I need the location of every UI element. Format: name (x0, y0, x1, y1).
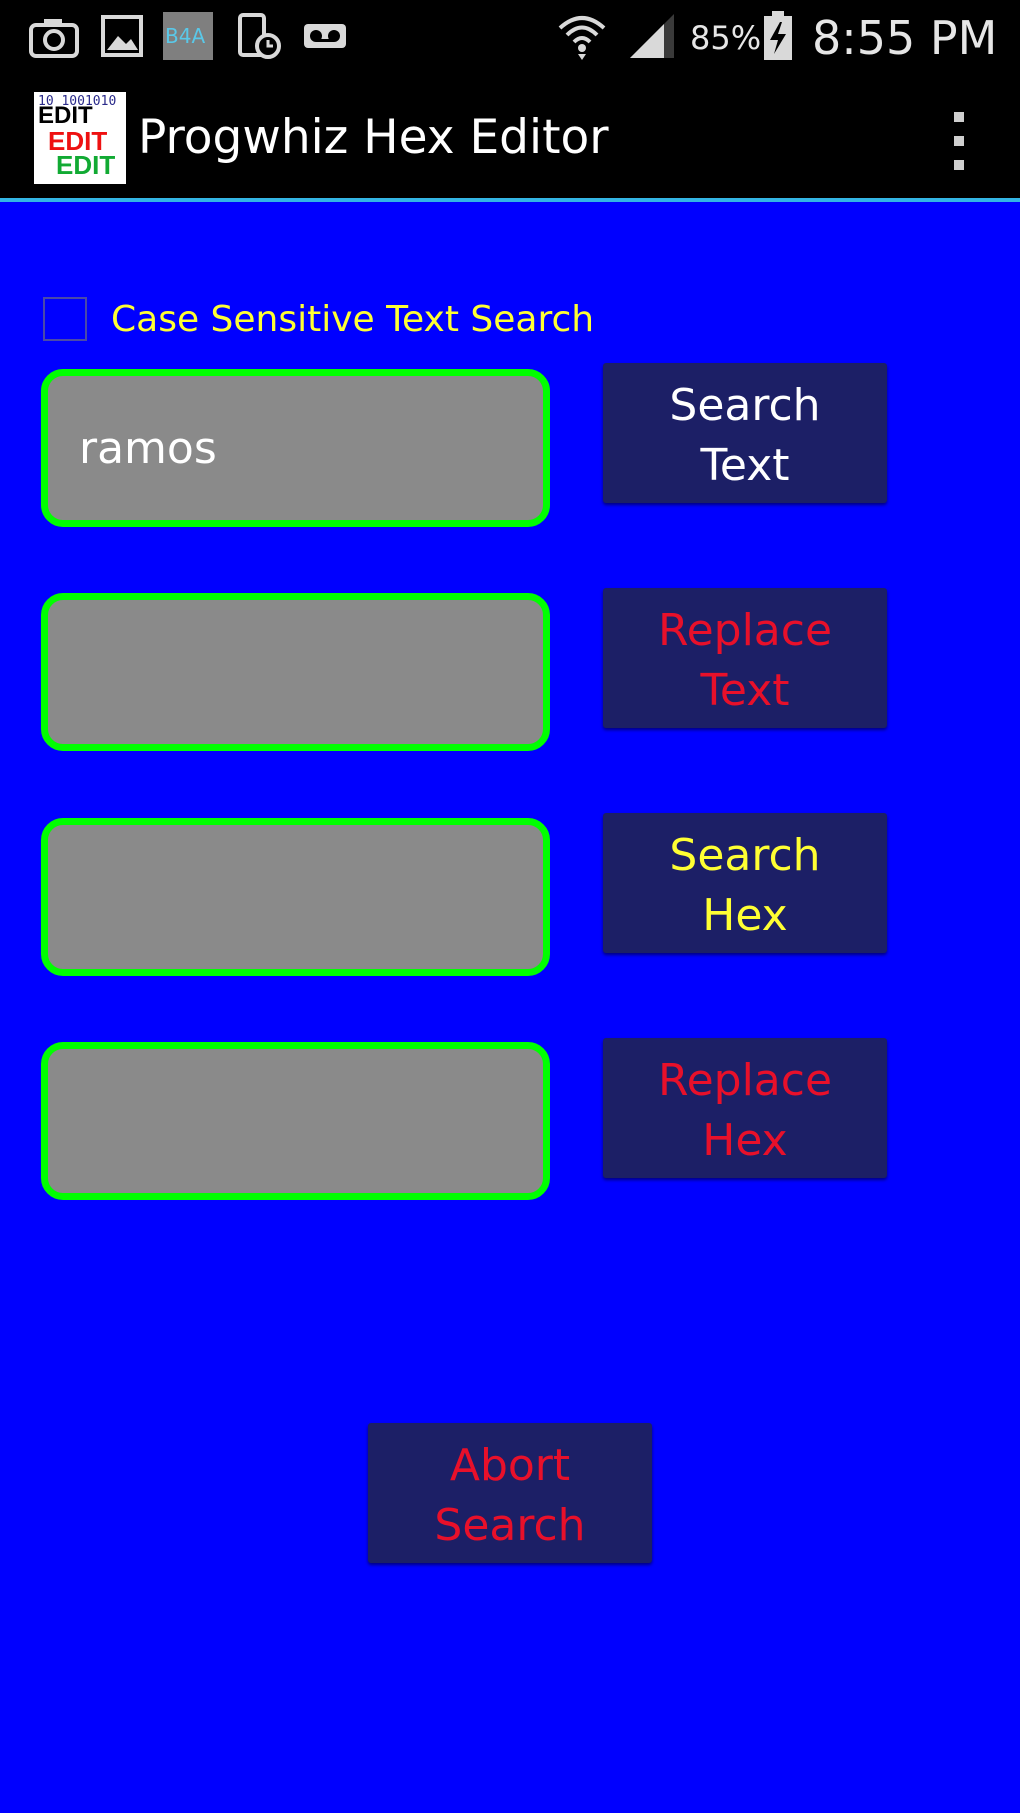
logo-word-3: EDIT (56, 150, 116, 180)
app-logo: 10 1001010 EDIT EDIT EDIT (34, 92, 126, 184)
replace-text-input[interactable] (41, 593, 550, 751)
search-hex-input[interactable] (41, 818, 550, 976)
overflow-menu-button[interactable] (928, 102, 988, 182)
replace-hex-button[interactable]: Replace Hex (603, 1038, 887, 1178)
battery-charging-icon (764, 11, 792, 60)
b4a-label: B4A (165, 24, 206, 48)
battery-percent: 85% (690, 19, 762, 57)
overflow-dot (954, 160, 964, 170)
status-time: 8:55 PM (812, 11, 998, 65)
search-text-input[interactable] (41, 369, 550, 527)
status-bar: B4A 85% 8:55 PM (0, 0, 1020, 72)
wifi-icon (558, 16, 606, 60)
overflow-dot (954, 136, 964, 146)
replace-text-button[interactable]: Replace Text (603, 588, 887, 728)
search-text-button[interactable]: Search Text (603, 363, 887, 503)
abort-search-button[interactable]: Abort Search (368, 1423, 652, 1563)
case-sensitive-label: Case Sensitive Text Search (111, 299, 595, 340)
gallery-icon (101, 15, 143, 57)
overflow-dot (954, 112, 964, 122)
voicemail-icon (304, 24, 346, 48)
replace-hex-input[interactable] (41, 1042, 550, 1200)
camera-icon (29, 19, 79, 58)
b4a-icon: B4A (163, 12, 213, 60)
phone-clock-icon (238, 13, 281, 59)
app-title: Progwhiz Hex Editor (138, 110, 609, 165)
search-hex-button[interactable]: Search Hex (603, 813, 887, 953)
signal-icon (630, 14, 674, 58)
app-bar: 10 1001010 EDIT EDIT EDIT Progwhiz Hex E… (0, 72, 1020, 202)
case-sensitive-checkbox[interactable] (43, 297, 87, 341)
